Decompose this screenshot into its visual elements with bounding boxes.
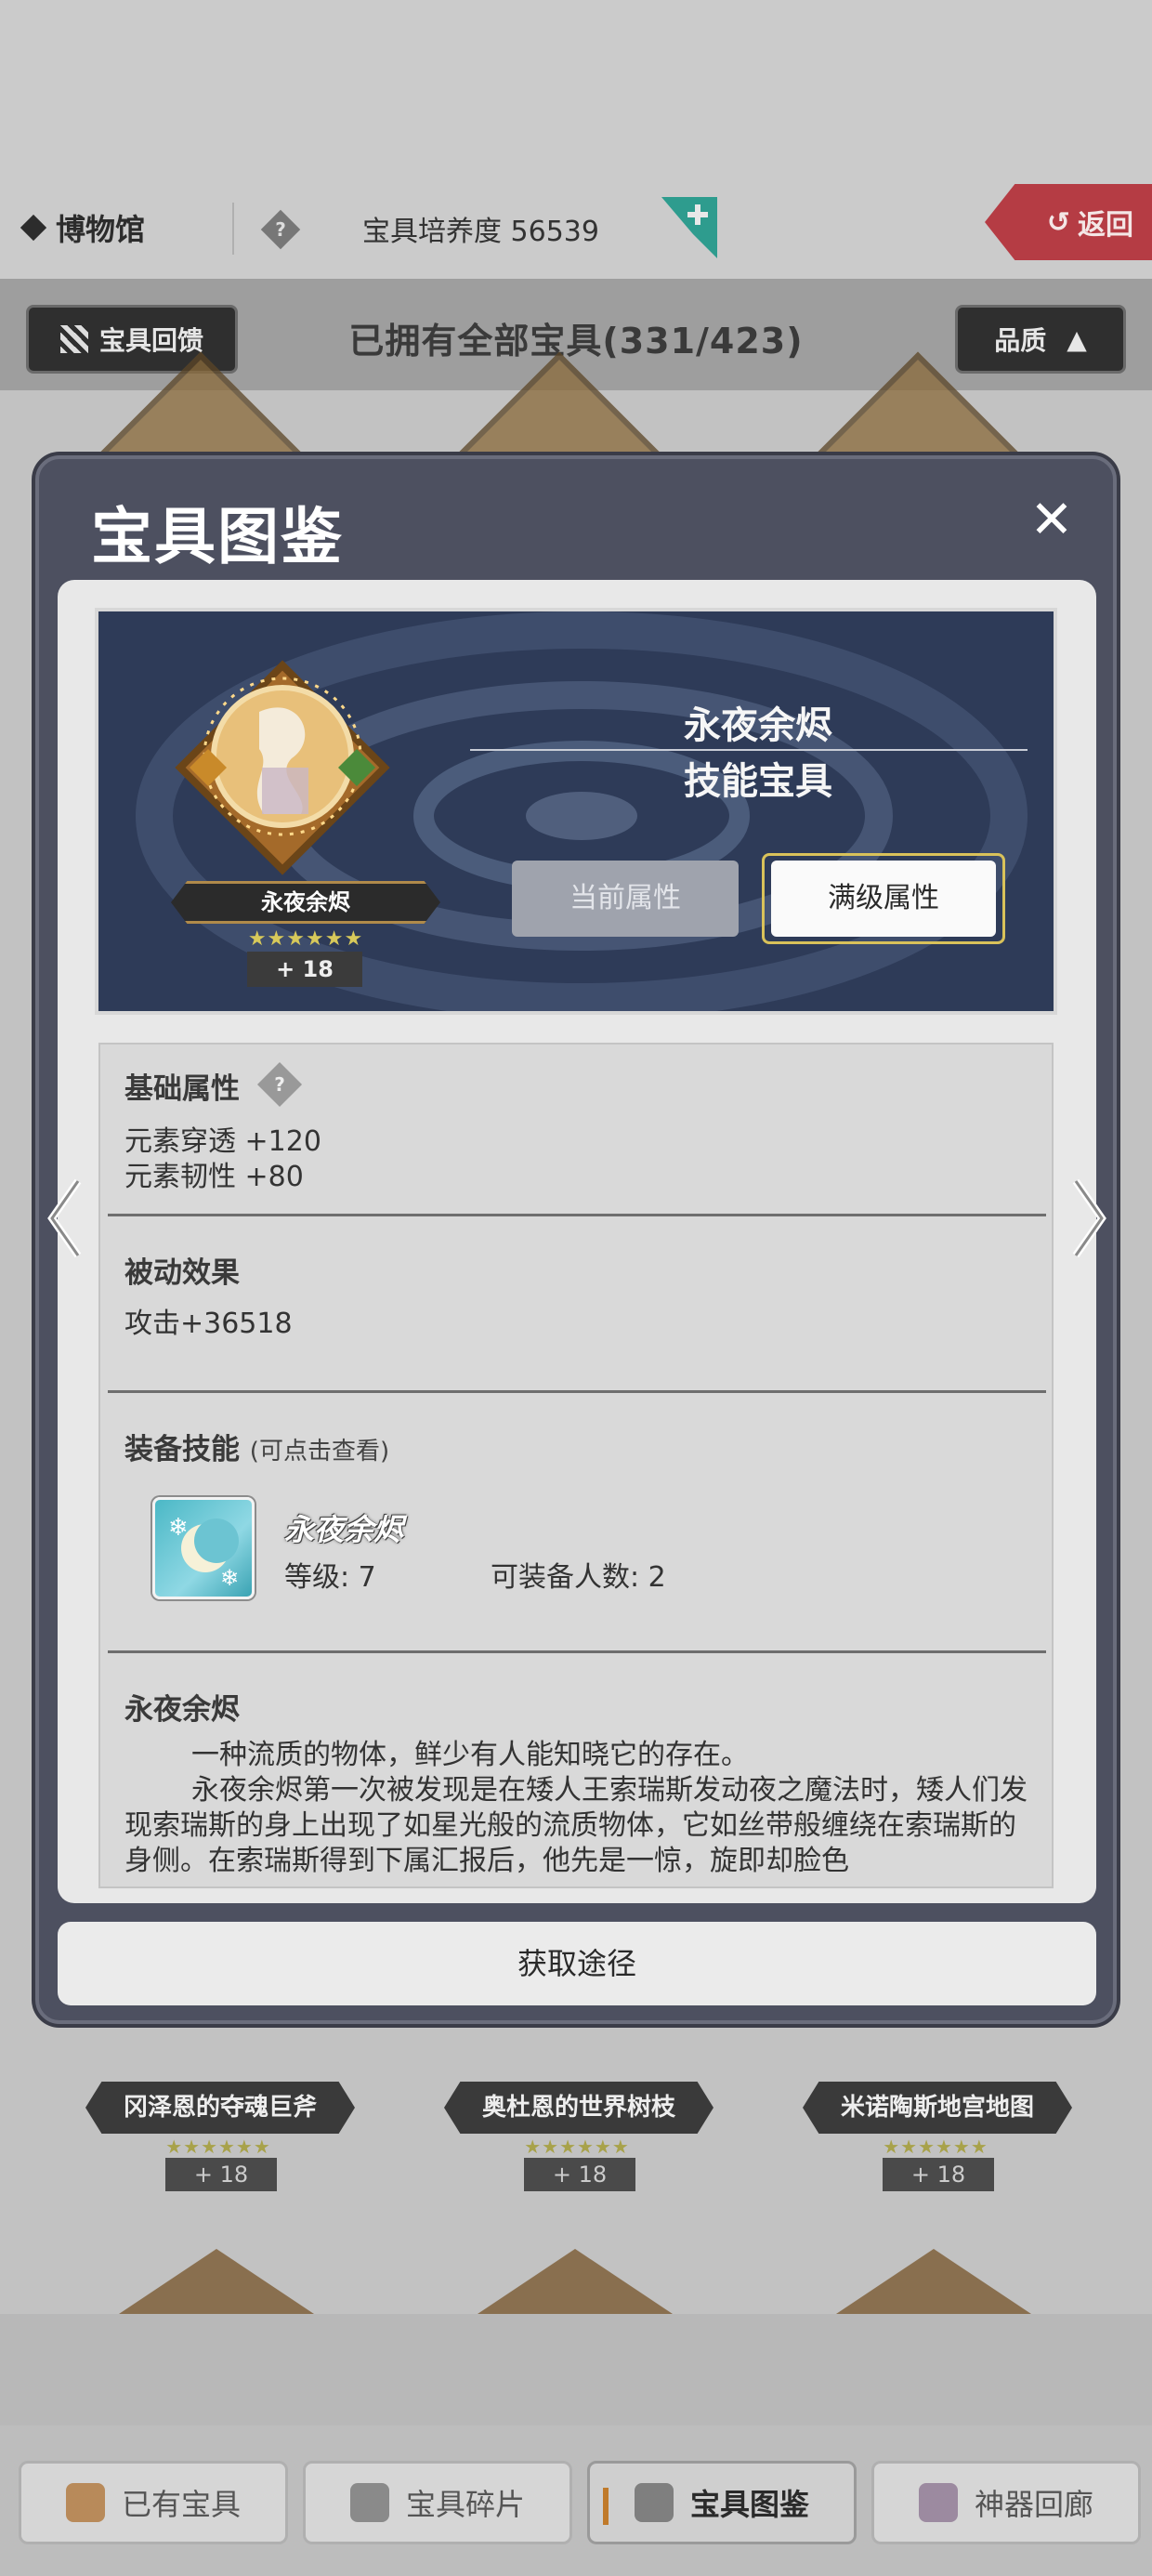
equip-skill-hint: (可点击查看) [249,1438,390,1465]
add-flag-icon[interactable] [661,197,717,258]
background-card-name: 米诺陶斯地宫地图 [803,2082,1072,2134]
help-icon[interactable]: ? [260,209,301,250]
museum-title: 博物馆 [20,206,146,249]
background-card-stars: ★★★★★★ [524,2136,630,2158]
acquire-source-button[interactable]: 获取途径 [58,1922,1096,2005]
modal-title: 宝具图鉴 [91,501,344,572]
max-attributes-button[interactable]: 满级属性 [762,853,1005,944]
svg-text:❄: ❄ [220,1565,239,1591]
section-divider [108,1650,1046,1653]
background-card-name: 奥杜恩的世界树枝 [444,2082,713,2134]
codex-icon [634,2483,674,2522]
tab-relic-codex[interactable]: 宝具图鉴 [587,2461,857,2544]
passive-effect-text: 攻击+36518 [124,1308,293,1340]
background-card-name: 冈泽恩的夺魂巨斧 [85,2082,355,2134]
lore-text: 一种流质的物体，鲜少有人能知晓它的存在。 永夜余烬第一次被发现是在矮人王索瑞斯发… [124,1738,1031,1879]
diamond-icon [20,214,47,242]
help-icon[interactable]: ? [256,1061,303,1108]
owned-relic-icon [65,2483,105,2522]
background-card-plus: + 18 [883,2158,994,2191]
basic-attribute-line: 元素穿透 +120 [124,1125,321,1158]
section-divider [108,1214,1046,1216]
artifact-icon [918,2483,958,2522]
fragment-icon [349,2483,389,2522]
return-button[interactable]: ↺ 返回 [985,184,1152,260]
header-separator [232,203,234,255]
relic-stars: ★★★★★★ [247,927,364,951]
tab-relic-fragments[interactable]: 宝具碎片 [303,2461,572,2544]
moon-snowflake-skill-icon[interactable]: ❄ ❄ [152,1497,255,1599]
lore-title: 永夜余烬 [124,1693,240,1727]
basic-attribute-line: 元素韧性 +80 [124,1161,304,1193]
current-attributes-button[interactable]: 当前属性 [512,861,739,937]
background-card-plus: + 18 [524,2158,635,2191]
relic-codex-modal: 宝具图鉴 ✕ 永夜余烬 ★★★★★★ + 18 永夜余烬 技能宝具 当前属性 满… [35,455,1117,2024]
quality-sort-button[interactable]: 品质 ▲ [955,305,1126,374]
relic-type: 技能宝具 [684,760,832,803]
relic-icon [175,660,390,875]
skill-name[interactable]: 永夜余烬 [284,1506,403,1549]
return-arrow-icon: ↺ [1046,205,1070,239]
svg-text:❄: ❄ [168,1514,189,1542]
relic-info-panel: 基础属性 ? 元素穿透 +120 元素韧性 +80 被动效果 攻击+36518 … [98,1043,1054,1888]
skill-level: 等级: 7 [284,1561,376,1594]
moon-icon: ❄ ❄ [168,1514,239,1591]
background-card-stars: ★★★★★★ [165,2136,271,2158]
lore-paragraph: 永夜余烬第一次被发现是在矮人王索瑞斯发动夜之魔法时，矮人们发现索瑞斯的身上出现了… [124,1774,1028,1877]
museum-label: 博物馆 [56,212,146,247]
relic-name-plate: 永夜余烬 [171,881,440,924]
grid-bottom-band [0,2314,1152,2425]
relic-banner: 永夜余烬 ★★★★★★ + 18 永夜余烬 技能宝具 当前属性 满级属性 [95,608,1057,1015]
tab-owned-relics[interactable]: 已有宝具 [19,2461,288,2544]
basic-attributes-title: 基础属性 [124,1072,240,1106]
next-arrow-icon[interactable] [1068,1176,1109,1261]
passive-effect-title: 被动效果 [124,1256,240,1290]
relic-plus-level: + 18 [247,952,362,987]
skill-equip-count: 可装备人数: 2 [491,1561,666,1594]
modal-panel: 永夜余烬 ★★★★★★ + 18 永夜余烬 技能宝具 当前属性 满级属性 基础属… [58,580,1096,1903]
cultivation-score: 宝具培养度 56539 [362,216,599,248]
lore-paragraph: 一种流质的物体，鲜少有人能知晓它的存在。 [191,1739,749,1771]
close-icon[interactable]: ✕ [1024,493,1080,548]
prev-arrow-icon[interactable] [45,1176,85,1261]
section-divider [108,1390,1046,1393]
tab-artifact-gallery[interactable]: 神器回廊 [871,2461,1141,2544]
sort-up-icon: ▲ [1067,323,1087,355]
relic-name: 永夜余烬 [684,704,832,747]
equip-skill-title: 装备技能 (可点击查看) [124,1433,390,1466]
background-card-stars: ★★★★★★ [883,2136,988,2158]
background-card-plus: + 18 [165,2158,277,2191]
